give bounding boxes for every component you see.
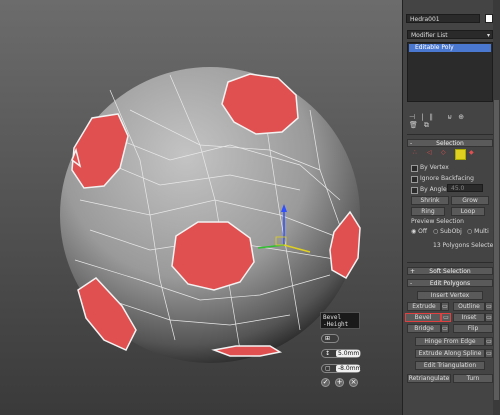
caddy-title-line2: -Height [323, 321, 349, 328]
bevel-button[interactable]: Bevel [405, 313, 441, 322]
shrink-button[interactable]: Shrink [411, 196, 449, 205]
bridge-settings-button[interactable]: ▭ [441, 324, 449, 333]
outline-icon: ▢ [325, 365, 331, 372]
caddy-height-value[interactable]: 5.0mm [336, 350, 360, 357]
modifier-list-label: Modifier List [411, 32, 448, 39]
outline-settings-button[interactable]: ▭ [485, 302, 493, 311]
retriangulate-button[interactable]: Retriangulate [407, 374, 451, 383]
inset-button[interactable]: Inset [453, 313, 485, 322]
modifier-stack[interactable]: Editable Poly [407, 42, 493, 102]
preview-multi-radio[interactable]: ○ Multi [467, 228, 489, 235]
bevel-settings-button[interactable]: ▭ [441, 313, 451, 322]
height-icon: ↕ [325, 350, 331, 357]
preview-off-radio[interactable]: ◉ Off [411, 228, 427, 235]
scrollbar-thumb[interactable] [494, 100, 499, 400]
command-panel: Hedra001 Modifier List ▾ Editable Poly ⊣… [402, 0, 500, 415]
caddy-height-field[interactable]: ↕ 5.0mm [321, 349, 361, 358]
extrude-along-spline-button[interactable]: Extrude Along Spline [415, 349, 485, 358]
preview-subobj-radio[interactable]: ○ SubObj [433, 228, 462, 235]
preview-selection-label: Preview Selection [411, 218, 464, 225]
extrude-spline-settings-button[interactable]: ▭ [485, 349, 493, 358]
stack-toolbar[interactable]: ⊣|∥ ⊌⊕ 🗑︎⧉ [409, 113, 493, 129]
caddy-outline-value[interactable]: -8.0mm [336, 365, 361, 372]
turn-button[interactable]: Turn [453, 374, 493, 383]
vertex-icon[interactable]: ∴ [413, 149, 417, 156]
modifier-list-dropdown[interactable]: Modifier List ▾ [407, 30, 493, 39]
bridge-button[interactable]: Bridge [407, 324, 441, 333]
rollout-selection[interactable]: - Selection [407, 139, 493, 147]
extrude-settings-button[interactable]: ▭ [441, 302, 449, 311]
rollout-edit-polygons[interactable]: - Edit Polygons [407, 279, 493, 287]
viewport[interactable]: Bevel -Height ⊞ ↕ 5.0mm ▢ -8.0mm ✓ + × [0, 0, 402, 415]
flip-button[interactable]: Flip [453, 324, 493, 333]
element-icon[interactable]: ◆ [469, 149, 474, 156]
edge-icon[interactable]: ◁ [427, 149, 432, 156]
apply-button[interactable]: + [335, 378, 344, 387]
by-vertex-checkbox[interactable] [411, 165, 418, 172]
by-angle-label: By Angle: [420, 186, 449, 193]
insert-vertex-button[interactable]: Insert Vertex [417, 291, 483, 300]
border-icon[interactable]: ◇ [441, 149, 446, 156]
group-icon: ⊞ [325, 335, 331, 342]
caddy-title: Bevel -Height [320, 312, 360, 329]
outline-button[interactable]: Outline [453, 302, 485, 311]
stack-item-editable-poly[interactable]: Editable Poly [409, 44, 491, 52]
edit-triangulation-button[interactable]: Edit Triangulation [415, 361, 485, 370]
by-angle-checkbox[interactable] [411, 187, 418, 194]
cancel-button[interactable]: × [349, 378, 358, 387]
rollout-soft-selection[interactable]: + Soft Selection [407, 267, 493, 275]
ring-button[interactable]: Ring [411, 207, 445, 216]
polygon-icon[interactable] [455, 149, 466, 160]
panel-scrollbar[interactable] [493, 0, 500, 415]
loop-button[interactable]: Loop [451, 207, 485, 216]
caddy-outline-field[interactable]: ▢ -8.0mm [321, 364, 361, 373]
ignore-backfacing-label: Ignore Backfacing [420, 175, 474, 182]
by-vertex-label: By Vertex [420, 164, 449, 171]
ok-button[interactable]: ✓ [321, 378, 330, 387]
subobject-icons[interactable]: ∴ ◁ ◇ ◆ [413, 149, 474, 160]
hinge-from-edge-button[interactable]: Hinge From Edge [415, 337, 485, 346]
caddy-bevel-type[interactable]: ⊞ [321, 334, 339, 343]
caddy-title-line1: Bevel [323, 314, 342, 321]
by-angle-input[interactable]: 45.0 [447, 184, 483, 192]
grow-button[interactable]: Grow [451, 196, 489, 205]
object-color-swatch[interactable] [485, 14, 493, 23]
object-name-field[interactable]: Hedra001 [406, 14, 480, 23]
hinge-settings-button[interactable]: ▭ [485, 337, 493, 346]
inset-settings-button[interactable]: ▭ [485, 313, 493, 322]
ignore-backfacing-checkbox[interactable] [411, 176, 418, 183]
extrude-button[interactable]: Extrude [407, 302, 441, 311]
chevron-down-icon: ▾ [486, 32, 490, 39]
selection-status: 13 Polygons Selected [433, 242, 498, 249]
